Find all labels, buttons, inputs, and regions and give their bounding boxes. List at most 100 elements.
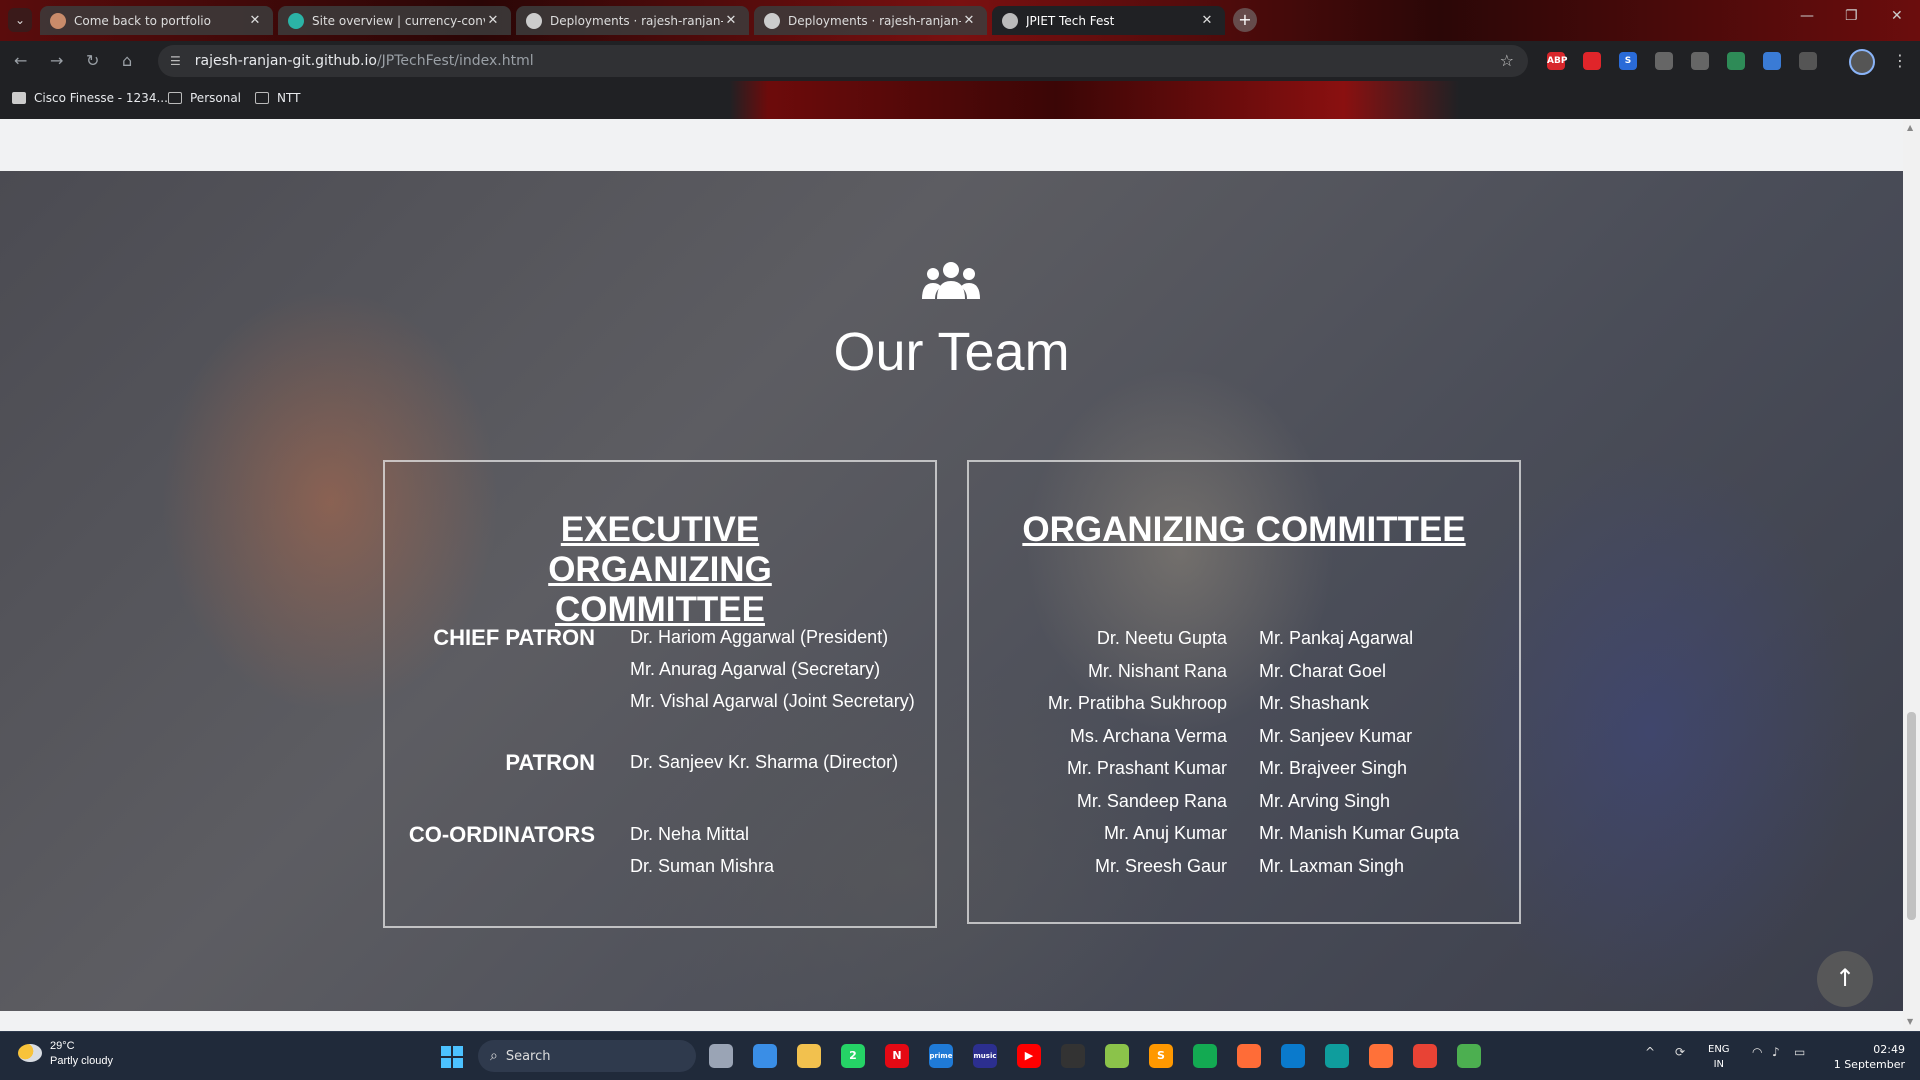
firefox-icon[interactable] bbox=[1369, 1044, 1393, 1068]
prime-video-icon[interactable]: prime bbox=[929, 1044, 953, 1068]
globe-extension-icon[interactable] bbox=[1727, 52, 1745, 70]
bookmark-label: Cisco Finesse - 1234... bbox=[34, 91, 168, 105]
page-title: Our Team bbox=[833, 322, 1070, 382]
folder-icon bbox=[168, 92, 182, 104]
target-extension-icon[interactable] bbox=[1655, 52, 1673, 70]
member-name: Dr. Suman Mishra bbox=[630, 856, 775, 876]
role-coordinators: CO-ORDINATORS bbox=[408, 822, 595, 847]
s-extension-icon[interactable]: S bbox=[1619, 52, 1637, 70]
youtube-icon[interactable]: ▶ bbox=[1017, 1044, 1041, 1068]
doc-extension-icon[interactable] bbox=[1763, 52, 1781, 70]
gear-extension-icon[interactable] bbox=[1691, 52, 1709, 70]
browser-tab[interactable]: Deployments · rajesh-ranjan-git ✕ bbox=[516, 6, 749, 35]
postman-icon[interactable] bbox=[1237, 1044, 1261, 1068]
member-name: Mr. Manish Kumar Gupta bbox=[1259, 823, 1460, 843]
reload-icon[interactable]: ↻ bbox=[86, 51, 99, 70]
mongodb-icon[interactable] bbox=[1193, 1044, 1217, 1068]
home-icon[interactable]: ⌂ bbox=[122, 51, 132, 70]
member-name: Mr. Vishal Agarwal (Joint Secretary) bbox=[630, 691, 915, 711]
battery-icon[interactable]: ▭ bbox=[1794, 1045, 1805, 1059]
chrome-profile-icon[interactable] bbox=[1457, 1044, 1481, 1068]
member-name: Mr. Sreesh Gaur bbox=[1094, 855, 1227, 876]
system-clock[interactable]: 02:49 1 September bbox=[1829, 1042, 1905, 1072]
tab-close-icon[interactable]: ✕ bbox=[247, 13, 263, 28]
whatsapp-icon[interactable]: 2 bbox=[841, 1044, 865, 1068]
sublime-icon[interactable]: S bbox=[1149, 1044, 1173, 1068]
bookmark-cisco-finesse[interactable]: Cisco Finesse - 1234... bbox=[12, 91, 168, 105]
tray-overflow-icon[interactable]: ^ bbox=[1645, 1045, 1655, 1059]
browser-tab[interactable]: Come back to portfolio ✕ bbox=[40, 6, 273, 35]
tab-title: Site overview | currency-conver bbox=[312, 13, 485, 28]
red-shield-extension-icon[interactable] bbox=[1583, 52, 1601, 70]
chrome-icon[interactable] bbox=[1413, 1044, 1437, 1068]
address-bar[interactable]: ☰ rajesh-ranjan-git.github.io/JPTechFest… bbox=[158, 45, 1528, 77]
github-icon[interactable] bbox=[1061, 1044, 1085, 1068]
bookmark-ntt[interactable]: NTT bbox=[255, 91, 300, 105]
member-name: Mr. Sandeep Rana bbox=[1076, 790, 1227, 811]
member-name: Mr. Sanjeev Kumar bbox=[1259, 725, 1413, 746]
close-window-icon[interactable]: ✕ bbox=[1891, 8, 1903, 24]
weather-temp: 29°C bbox=[50, 1040, 75, 1052]
taskbar-search[interactable]: ⌕ Search bbox=[478, 1040, 696, 1072]
member-name: Mr. Arving Singh bbox=[1259, 790, 1391, 811]
tab-close-icon[interactable]: ✕ bbox=[485, 13, 501, 28]
minimize-icon[interactable]: — bbox=[1800, 8, 1814, 24]
url-path: /JPTechFest/index.html bbox=[376, 53, 534, 69]
store-icon[interactable] bbox=[753, 1044, 777, 1068]
partly-cloudy-icon bbox=[18, 1044, 42, 1062]
organizing-committee-heading: ORGANIZING COMMITTEE bbox=[1022, 510, 1466, 549]
organizing-names-left: Dr. Neetu Gupta Mr. Nishant Rana Mr. Prati… bbox=[1048, 622, 1227, 882]
browser-menu-icon[interactable]: ⋮ bbox=[1892, 51, 1908, 70]
page-scrollbar[interactable]: ▲ ▼ bbox=[1903, 119, 1920, 1031]
back-to-top-button[interactable]: ↑ bbox=[1817, 951, 1873, 1007]
volume-icon[interactable]: ♪ bbox=[1772, 1045, 1780, 1059]
browser-tabstrip: ⌄ Come back to portfolio ✕ Site overview |… bbox=[0, 0, 1920, 41]
tab-close-icon[interactable]: ✕ bbox=[723, 13, 739, 28]
tab-favicon-icon bbox=[50, 12, 66, 29]
bookmark-personal[interactable]: Personal bbox=[168, 91, 241, 105]
file-explorer-icon[interactable] bbox=[797, 1044, 821, 1068]
url-text: rajesh-ranjan-git.github.io/JPTechFest/i… bbox=[195, 53, 534, 69]
windows-taskbar: 29°C Partly cloudy ⌕ Search 2 Nprime music… bbox=[0, 1031, 1920, 1080]
forward-icon[interactable]: → bbox=[50, 51, 63, 70]
member-name: Mr. Pankaj Agarwal bbox=[1259, 628, 1414, 648]
profile-avatar[interactable] bbox=[1849, 49, 1875, 75]
site-info-icon[interactable]: ☰ bbox=[170, 54, 181, 68]
member-name: Dr. Neetu Gupta bbox=[1096, 628, 1227, 648]
task-view-icon[interactable] bbox=[709, 1044, 733, 1068]
page-icon bbox=[12, 92, 26, 104]
member-name: Mr. Prashant Kumar bbox=[1066, 758, 1227, 778]
tab-close-icon[interactable]: ✕ bbox=[1199, 13, 1215, 28]
sync-icon[interactable]: ⟳ bbox=[1675, 1045, 1685, 1059]
scrollbar-thumb[interactable] bbox=[1907, 712, 1916, 920]
executive-committee-heading: EXECUTIVE ORGANIZING COMMITTEE bbox=[548, 510, 772, 629]
adblock-plus-icon[interactable]: ABP bbox=[1547, 52, 1567, 70]
scroll-up-arrow[interactable]: ▲ bbox=[1907, 123, 1913, 132]
new-tab-button[interactable]: + bbox=[1233, 8, 1257, 32]
browser-tab[interactable]: JPIET Tech Fest ✕ bbox=[992, 6, 1225, 35]
amazon-music-icon[interactable]: music bbox=[973, 1044, 997, 1068]
language-indicator[interactable]: ENG IN bbox=[1708, 1042, 1730, 1072]
puzzle-extension-icon[interactable] bbox=[1799, 52, 1817, 70]
member-name: Mr. Pratibha Sukhroop bbox=[1047, 693, 1227, 713]
browser-toolbar: ← → ↻ ⌂ ☰ rajesh-ranjan-git.github.io/JP… bbox=[0, 41, 1920, 81]
member-name: Dr. Sanjeev Kr. Sharma (Director) bbox=[630, 752, 899, 772]
browser-tab[interactable]: Deployments · rajesh-ranjan-git ✕ bbox=[754, 6, 987, 35]
search-icon: ⌕ bbox=[490, 1048, 498, 1064]
netflix-icon[interactable]: N bbox=[885, 1044, 909, 1068]
bookmark-star-icon[interactable]: ☆ bbox=[1500, 51, 1514, 70]
wifi-icon[interactable]: ◠ bbox=[1752, 1045, 1762, 1059]
restore-icon[interactable]: ❐ bbox=[1845, 8, 1858, 24]
edge-icon[interactable] bbox=[1325, 1044, 1349, 1068]
tab-search-button[interactable]: ⌄ bbox=[8, 8, 32, 32]
tab-close-icon[interactable]: ✕ bbox=[961, 13, 977, 28]
scroll-down-arrow[interactable]: ▼ bbox=[1907, 1017, 1913, 1026]
member-name: Mr. Nishant Rana bbox=[1087, 660, 1227, 681]
notepad-icon[interactable] bbox=[1105, 1044, 1129, 1068]
back-icon[interactable]: ← bbox=[14, 51, 27, 70]
bookmark-label: NTT bbox=[277, 91, 301, 105]
vscode-icon[interactable] bbox=[1281, 1044, 1305, 1068]
start-button[interactable] bbox=[441, 1046, 463, 1068]
organizing-committee-panel: ORGANIZING COMMITTEE Dr. Neetu Gupta Mr. … bbox=[967, 460, 1521, 924]
browser-tab[interactable]: Site overview | currency-conver ✕ bbox=[278, 6, 511, 35]
